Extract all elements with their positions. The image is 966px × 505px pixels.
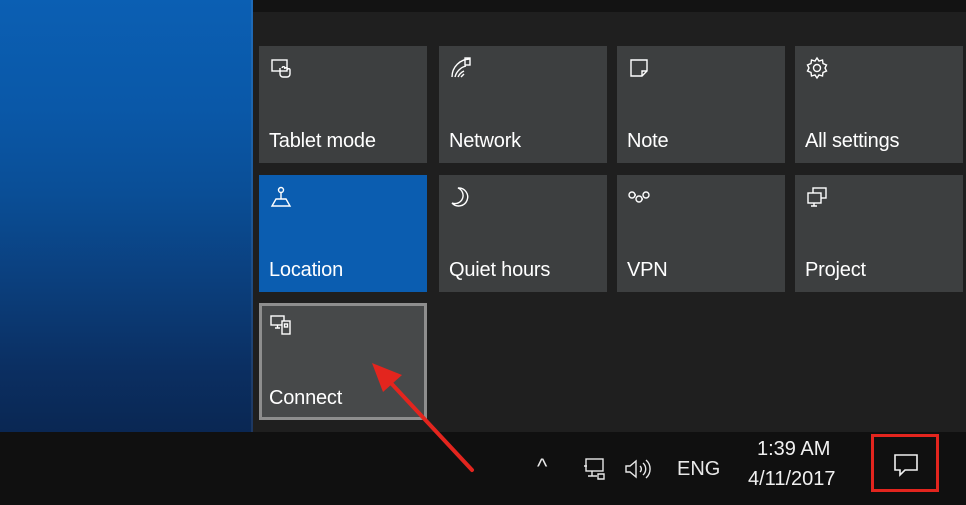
quick-action-quiet-hours[interactable]: Quiet hours — [439, 175, 607, 292]
desktop-background — [0, 0, 253, 432]
volume-icon[interactable] — [623, 457, 653, 486]
quick-action-vpn[interactable]: VPN — [617, 175, 785, 292]
notification-icon — [894, 454, 918, 477]
tile-label: Location — [269, 259, 344, 281]
connect-icon — [269, 313, 293, 337]
network-icon — [449, 56, 473, 80]
action-center-button[interactable] — [871, 434, 939, 492]
quick-action-note[interactable]: Note — [617, 46, 785, 163]
quick-action-project[interactable]: Project — [795, 175, 963, 292]
tile-label: Quiet hours — [449, 259, 551, 281]
tablet-mode-icon — [269, 56, 293, 80]
tile-label: Project — [805, 259, 866, 281]
tile-label: All settings — [805, 130, 900, 152]
tile-label: VPN — [627, 259, 668, 281]
vpn-icon — [627, 185, 651, 209]
tile-label: Connect — [269, 387, 343, 409]
show-hidden-icons-button[interactable]: ^ — [537, 454, 547, 480]
action-center-top-edge — [253, 0, 966, 12]
tile-label: Network — [449, 130, 521, 152]
network-tray-icon[interactable] — [582, 457, 608, 486]
gear-icon — [805, 56, 829, 80]
quick-action-location[interactable]: Location — [259, 175, 427, 292]
clock-date[interactable]: 4/11/2017 — [748, 468, 836, 491]
clock-time[interactable]: 1:39 AM — [757, 438, 830, 461]
quick-action-network[interactable]: Network — [439, 46, 607, 163]
tile-label: Tablet mode — [269, 130, 376, 152]
quick-action-all-settings[interactable]: All settings — [795, 46, 963, 163]
quick-action-tablet-mode[interactable]: Tablet mode — [259, 46, 427, 163]
moon-icon — [449, 185, 473, 209]
project-icon — [805, 185, 829, 209]
input-language-indicator[interactable]: ENG — [677, 458, 720, 481]
note-icon — [627, 56, 651, 80]
quick-action-connect[interactable]: Connect — [259, 303, 427, 420]
tile-label: Note — [627, 130, 669, 152]
location-icon — [269, 185, 293, 209]
